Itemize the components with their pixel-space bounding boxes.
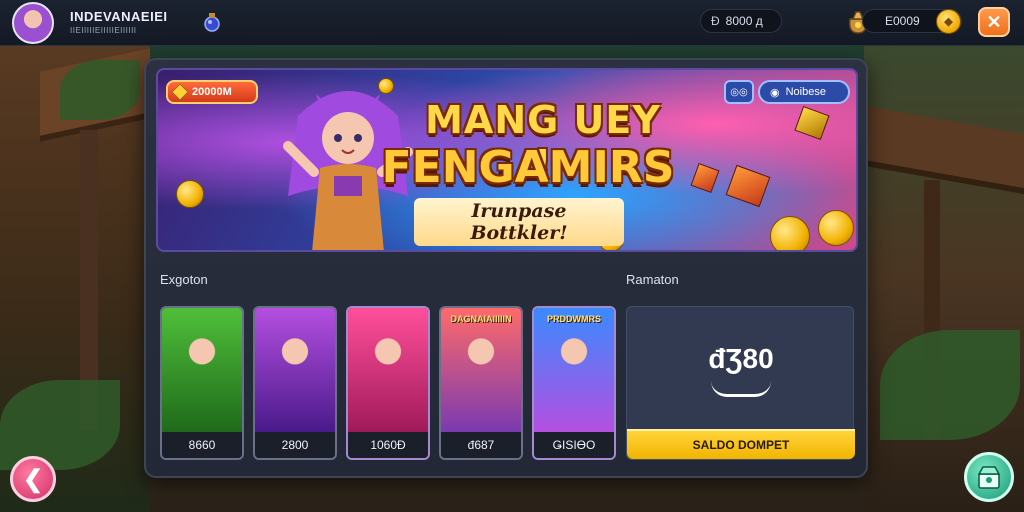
add-gold-icon[interactable]: ◆: [936, 9, 961, 34]
banner-currency-chip[interactable]: 20000M: [166, 80, 258, 104]
jungle-leaf: [60, 60, 140, 120]
character-card-value: 2800: [255, 432, 335, 458]
character-card-tag: DAGNAIAIIIIIN: [450, 314, 512, 324]
jungle-leaf: [0, 380, 120, 470]
banner-action-button[interactable]: ◉ Noibese: [758, 80, 850, 104]
gem-decoration: [725, 164, 771, 208]
coin-decoration: [770, 216, 810, 250]
hut-roof: [864, 105, 1024, 195]
banner-chip-value: 20000M: [192, 86, 232, 98]
character-card-value: 8660: [162, 432, 242, 458]
cards-section-label: Exgoton: [160, 272, 208, 287]
character-card-art: [162, 308, 242, 432]
main-panel: 20000M ◎◎ ◉ Noibese MANG UEY ! FENGAMIRS…: [144, 58, 868, 478]
shop-button[interactable]: [964, 452, 1014, 502]
character-card[interactable]: 1060Đ: [346, 306, 430, 460]
gem-decoration: [794, 105, 830, 141]
character-card[interactable]: 8660: [160, 306, 244, 460]
energy-value: 8000 д: [725, 14, 763, 28]
character-card[interactable]: PRDDWMRS ǤISIӨO: [532, 306, 616, 460]
player-subtitle: IIEIIIIIEIIIIIEIIIIII: [70, 26, 137, 35]
smile-arc-icon: [711, 381, 771, 397]
gem-decoration: [690, 162, 720, 194]
jungle-hut-right: [864, 40, 1024, 512]
shop-icon: [977, 466, 1001, 489]
banner-title-line2: FENGAMIRS: [381, 142, 675, 193]
potion-icon[interactable]: [203, 12, 221, 32]
gamepad-icon: ◉: [770, 86, 780, 99]
character-card-value: 1060Đ: [348, 432, 428, 458]
balance-value: đƷ80: [708, 343, 774, 374]
character-card-art: [534, 308, 614, 432]
coin-decoration: [818, 210, 854, 246]
balance-section-label: Ramaton: [626, 272, 679, 287]
gem-icon: [171, 83, 189, 101]
promo-banner[interactable]: 20000M ◎◎ ◉ Noibese MANG UEY ! FENGAMIRS…: [156, 68, 858, 252]
character-card-value: ǤISIӨO: [534, 432, 614, 458]
banner-action-label: Noibese: [785, 86, 826, 98]
close-button[interactable]: ✕: [978, 7, 1010, 37]
player-avatar[interactable]: [12, 2, 54, 44]
character-card-tag: PRDDWMRS: [547, 314, 601, 324]
banner-gamepad-button[interactable]: ◎◎: [724, 80, 754, 104]
energy-icon: Đ: [711, 14, 720, 28]
top-bar: INDEVANAEIEI IIEIIIIIEIIIIIEIIIIII Đ 800…: [0, 0, 1024, 46]
player-name: INDEVANAEIEI: [70, 9, 168, 24]
character-card-art: [255, 308, 335, 432]
balance-panel: đƷ80 SALDO DOMPET: [626, 306, 855, 460]
gold-value: E0009: [885, 14, 920, 28]
character-card-art: [441, 308, 521, 432]
back-button[interactable]: ❮: [10, 456, 56, 502]
character-card-art: [348, 308, 428, 432]
character-card[interactable]: 2800: [253, 306, 337, 460]
character-card[interactable]: DAGNAIAIIIIIN đ687: [439, 306, 523, 460]
character-card-value: đ687: [441, 432, 521, 458]
energy-counter[interactable]: Đ 8000 д: [700, 9, 782, 33]
coin-decoration: [176, 180, 204, 208]
wallet-balance-button[interactable]: SALDO DOMPET: [627, 429, 855, 459]
banner-subtitle: Irunpase Bottkler!: [414, 198, 624, 246]
jungle-leaf: [880, 330, 1020, 440]
